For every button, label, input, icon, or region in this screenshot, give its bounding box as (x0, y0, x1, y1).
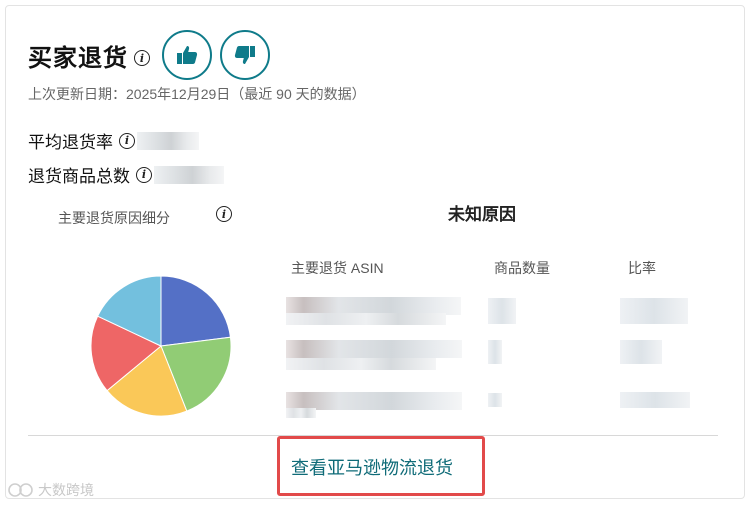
thumbs-up-button[interactable] (162, 30, 212, 80)
info-icon[interactable]: i (119, 132, 135, 149)
redacted-asin (286, 313, 446, 325)
redacted-ratio (620, 340, 662, 364)
info-icon[interactable]: i (216, 206, 232, 222)
info-icon[interactable]: i (134, 50, 150, 66)
column-header-ratio: 比率 (628, 260, 656, 276)
redacted-asin (286, 340, 462, 358)
page-title: 买家退货 (28, 44, 128, 72)
watermark: 大数跨境 (8, 480, 94, 500)
redacted-ratio (620, 392, 690, 408)
redacted-quantity (488, 298, 516, 324)
avg-return-rate-label: 平均退货率 (28, 133, 113, 152)
redacted-asin (286, 408, 316, 418)
column-header-quantity: 商品数量 (494, 260, 550, 276)
redacted-value (154, 165, 224, 184)
return-reason-pie-chart[interactable] (90, 275, 232, 417)
selected-reason-title: 未知原因 (448, 205, 516, 224)
last-updated-text: 上次更新日期：2025年12月29日（最近 90 天的数据） (28, 86, 366, 102)
avg-return-rate-row: 平均退货率 i (28, 128, 199, 153)
column-header-asin: 主要退货 ASIN (291, 260, 384, 276)
pie-slice[interactable] (160, 275, 232, 347)
info-icon[interactable]: i (136, 166, 152, 183)
redacted-asin (286, 358, 436, 370)
redacted-quantity (488, 340, 502, 364)
redacted-ratio (620, 298, 688, 324)
thumbs-down-icon (234, 46, 255, 64)
thumbs-up-icon (177, 46, 198, 64)
return-reason-breakdown-label: 主要退货原因细分 (58, 210, 170, 226)
watermark-text: 大数跨境 (38, 482, 94, 498)
total-returned-units-label: 退货商品总数 (28, 167, 130, 186)
watermark-logo-icon (8, 483, 33, 497)
redacted-value (137, 131, 199, 150)
view-fba-returns-link[interactable]: 查看亚马逊物流退货 (291, 454, 453, 480)
thumbs-down-button[interactable] (220, 30, 270, 80)
title-row: 买家退货 i (28, 30, 270, 80)
total-returned-units-row: 退货商品总数 i (28, 162, 224, 187)
redacted-quantity (488, 393, 502, 407)
